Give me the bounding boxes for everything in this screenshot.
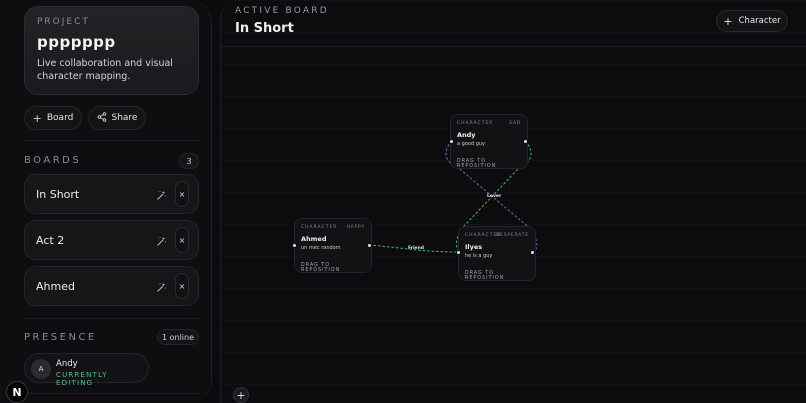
- drag-handle[interactable]: DRAG TO REPOSITION: [301, 263, 371, 273]
- divider: [24, 393, 199, 394]
- connection-handle[interactable]: [530, 250, 535, 255]
- project-card: PROJECT ppppppp Live collaboration and v…: [24, 6, 199, 95]
- connection-handle[interactable]: [523, 139, 528, 144]
- share-label: Share: [111, 113, 138, 123]
- divider: [24, 318, 199, 319]
- magic-wand-icon[interactable]: [153, 187, 169, 203]
- character-node-andy[interactable]: CHARACTER SAD Andy a good guy DRAG TO RE…: [450, 114, 528, 169]
- node-mood: HAPPY: [346, 225, 365, 230]
- online-count-badge: 1 online: [157, 329, 199, 345]
- node-mood: SAD: [509, 121, 521, 126]
- plus-icon: +: [32, 111, 42, 125]
- connection-handle[interactable]: [456, 250, 461, 255]
- project-eyebrow: PROJECT: [37, 17, 90, 27]
- close-icon[interactable]: ×: [175, 181, 189, 207]
- relationship-edges: [368, 140, 538, 254]
- drag-handle[interactable]: DRAG TO REPOSITION: [457, 159, 527, 169]
- connection-handle[interactable]: [449, 139, 454, 144]
- board-item-act-2[interactable]: Act 2 ×: [24, 220, 199, 260]
- add-board-button[interactable]: + Board: [24, 106, 82, 130]
- node-type: CHARACTER: [457, 121, 494, 126]
- add-node-button[interactable]: +: [233, 387, 249, 403]
- close-icon[interactable]: ×: [175, 273, 189, 299]
- character-node-ahmed[interactable]: CHARACTER HAPPY Ahmed un mec random DRAG…: [294, 218, 372, 273]
- connection-handle[interactable]: [292, 243, 297, 248]
- presence-section-label: PRESENCE: [24, 332, 97, 343]
- lover-edge-label: Lover: [487, 194, 502, 199]
- node-description: he is a guy: [465, 253, 493, 259]
- share-icon: [97, 111, 107, 125]
- boards-count-badge: 3: [179, 153, 199, 169]
- node-name: Andy: [457, 131, 476, 139]
- board-canvas[interactable]: ACTIVE BOARD In Short + Character Friend…: [220, 0, 806, 403]
- boards-section-label: BOARDS: [24, 155, 82, 166]
- share-button[interactable]: Share: [88, 106, 146, 130]
- node-description: un mec random: [301, 245, 341, 251]
- node-mood: DESPERATE: [495, 233, 529, 238]
- sidebar: PROJECT ppppppp Live collaboration and v…: [0, 0, 212, 403]
- presence-user-name: Andy: [56, 359, 78, 369]
- project-title: ppppppp: [37, 33, 116, 51]
- board-item-in-short[interactable]: In Short ×: [24, 174, 199, 214]
- project-description: Live collaboration and visual character …: [37, 58, 173, 82]
- close-icon[interactable]: ×: [175, 227, 189, 253]
- add-board-label: Board: [46, 113, 74, 123]
- magic-wand-icon[interactable]: [153, 279, 169, 295]
- connection-handle[interactable]: [367, 243, 372, 248]
- next-logo-button[interactable]: N: [6, 381, 28, 403]
- presence-user-andy: A Andy CURRENTLY EDITING: [24, 353, 149, 387]
- node-name: Ahmed: [301, 235, 327, 243]
- divider: [24, 140, 199, 141]
- node-name: Ilyes: [465, 243, 483, 251]
- node-type: CHARACTER: [301, 225, 338, 230]
- magic-wand-icon[interactable]: [153, 233, 169, 249]
- character-node-ilyes[interactable]: CHARACTER DESPERATE Ilyes he is a guy DR…: [458, 226, 536, 281]
- board-item-label: Act 2: [36, 234, 65, 247]
- board-item-label: In Short: [36, 188, 80, 201]
- drag-handle[interactable]: DRAG TO REPOSITION: [465, 271, 535, 281]
- node-description: a good guy: [457, 141, 486, 147]
- board-item-ahmed[interactable]: Ahmed ×: [24, 266, 199, 306]
- presence-user-status: CURRENTLY EDITING: [56, 371, 108, 387]
- board-item-label: Ahmed: [36, 280, 75, 293]
- avatar: A: [31, 359, 51, 379]
- friend-edge-label: Friend: [408, 246, 425, 251]
